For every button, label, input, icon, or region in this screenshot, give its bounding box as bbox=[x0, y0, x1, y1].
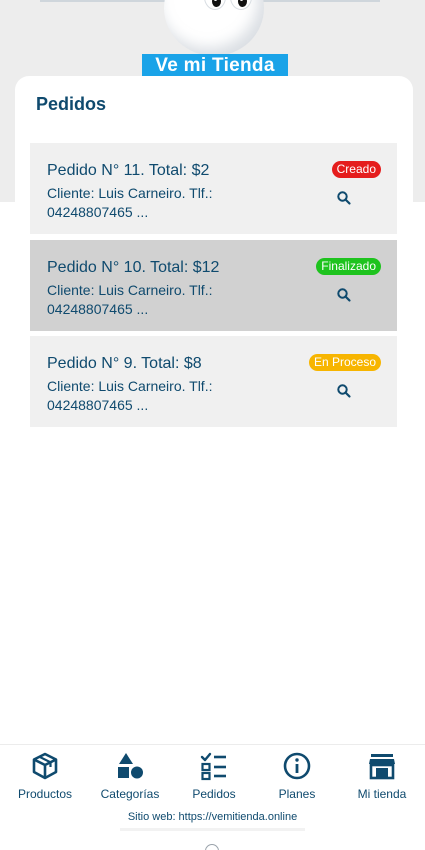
nav-label: Categorías bbox=[100, 787, 160, 801]
box-icon bbox=[32, 752, 58, 780]
order-item[interactable]: Pedido N° 10. Total: $12 Cliente: Luis C… bbox=[30, 240, 397, 331]
nav-item-categorias[interactable]: Categorías bbox=[85, 751, 175, 807]
order-heading: Pedido N° 11. Total: $2 bbox=[47, 162, 210, 179]
status-badge: Creado bbox=[331, 161, 381, 178]
mascot-eye-right bbox=[230, 0, 252, 10]
mascot-icon bbox=[164, 0, 264, 56]
nav-label: Mi tienda bbox=[357, 787, 407, 801]
shapes-icon bbox=[118, 753, 143, 779]
order-item[interactable]: Pedido N° 11. Total: $2 Cliente: Luis Ca… bbox=[30, 143, 397, 234]
website-link[interactable]: Sitio web: https://vemitienda.online bbox=[0, 811, 425, 823]
nav-item-productos[interactable]: Productos bbox=[0, 751, 90, 807]
app-logo: Ve mi Tienda bbox=[142, 0, 288, 80]
app-screen: Ve mi Tienda Pedidos Pedido N° 11. Total… bbox=[0, 0, 425, 850]
order-client: Cliente: Luis Carneiro. Tlf.: 0424880746… bbox=[47, 282, 213, 317]
order-item[interactable]: Pedido N° 9. Total: $8 Cliente: Luis Car… bbox=[30, 336, 397, 427]
order-client: Cliente: Luis Carneiro. Tlf.: 0424880746… bbox=[47, 185, 213, 220]
nav-item-planes[interactable]: Planes bbox=[252, 751, 342, 807]
search-icon[interactable] bbox=[336, 383, 352, 399]
search-icon[interactable] bbox=[336, 287, 352, 303]
checklist-icon bbox=[200, 752, 226, 781]
info-icon bbox=[283, 752, 311, 780]
status-badge: En Proceso bbox=[308, 354, 381, 371]
nav-label: Productos bbox=[17, 787, 73, 801]
nav-label: Pedidos bbox=[192, 787, 236, 801]
mascot-eye-left bbox=[204, 0, 226, 10]
orders-panel: Pedidos Pedido N° 11. Total: $2 Cliente:… bbox=[15, 76, 413, 796]
order-heading: Pedido N° 10. Total: $12 bbox=[47, 259, 220, 276]
nav-label: Planes bbox=[278, 787, 316, 801]
nav-item-pedidos[interactable]: Pedidos bbox=[169, 751, 259, 807]
order-heading: Pedido N° 9. Total: $8 bbox=[47, 355, 202, 372]
drag-handle bbox=[120, 828, 305, 831]
bottom-navigation: Productos Categorías Pedidos Planes Mi t… bbox=[0, 744, 425, 828]
nav-item-mi-tienda[interactable]: Mi tienda bbox=[337, 751, 425, 807]
order-client: Cliente: Luis Carneiro. Tlf.: 0424880746… bbox=[47, 378, 213, 413]
page-title: Pedidos bbox=[36, 94, 107, 114]
search-icon[interactable] bbox=[336, 190, 352, 206]
logo-text: Ve mi Tienda bbox=[142, 54, 288, 77]
store-icon bbox=[369, 754, 395, 780]
status-badge: Finalizado bbox=[316, 258, 381, 275]
